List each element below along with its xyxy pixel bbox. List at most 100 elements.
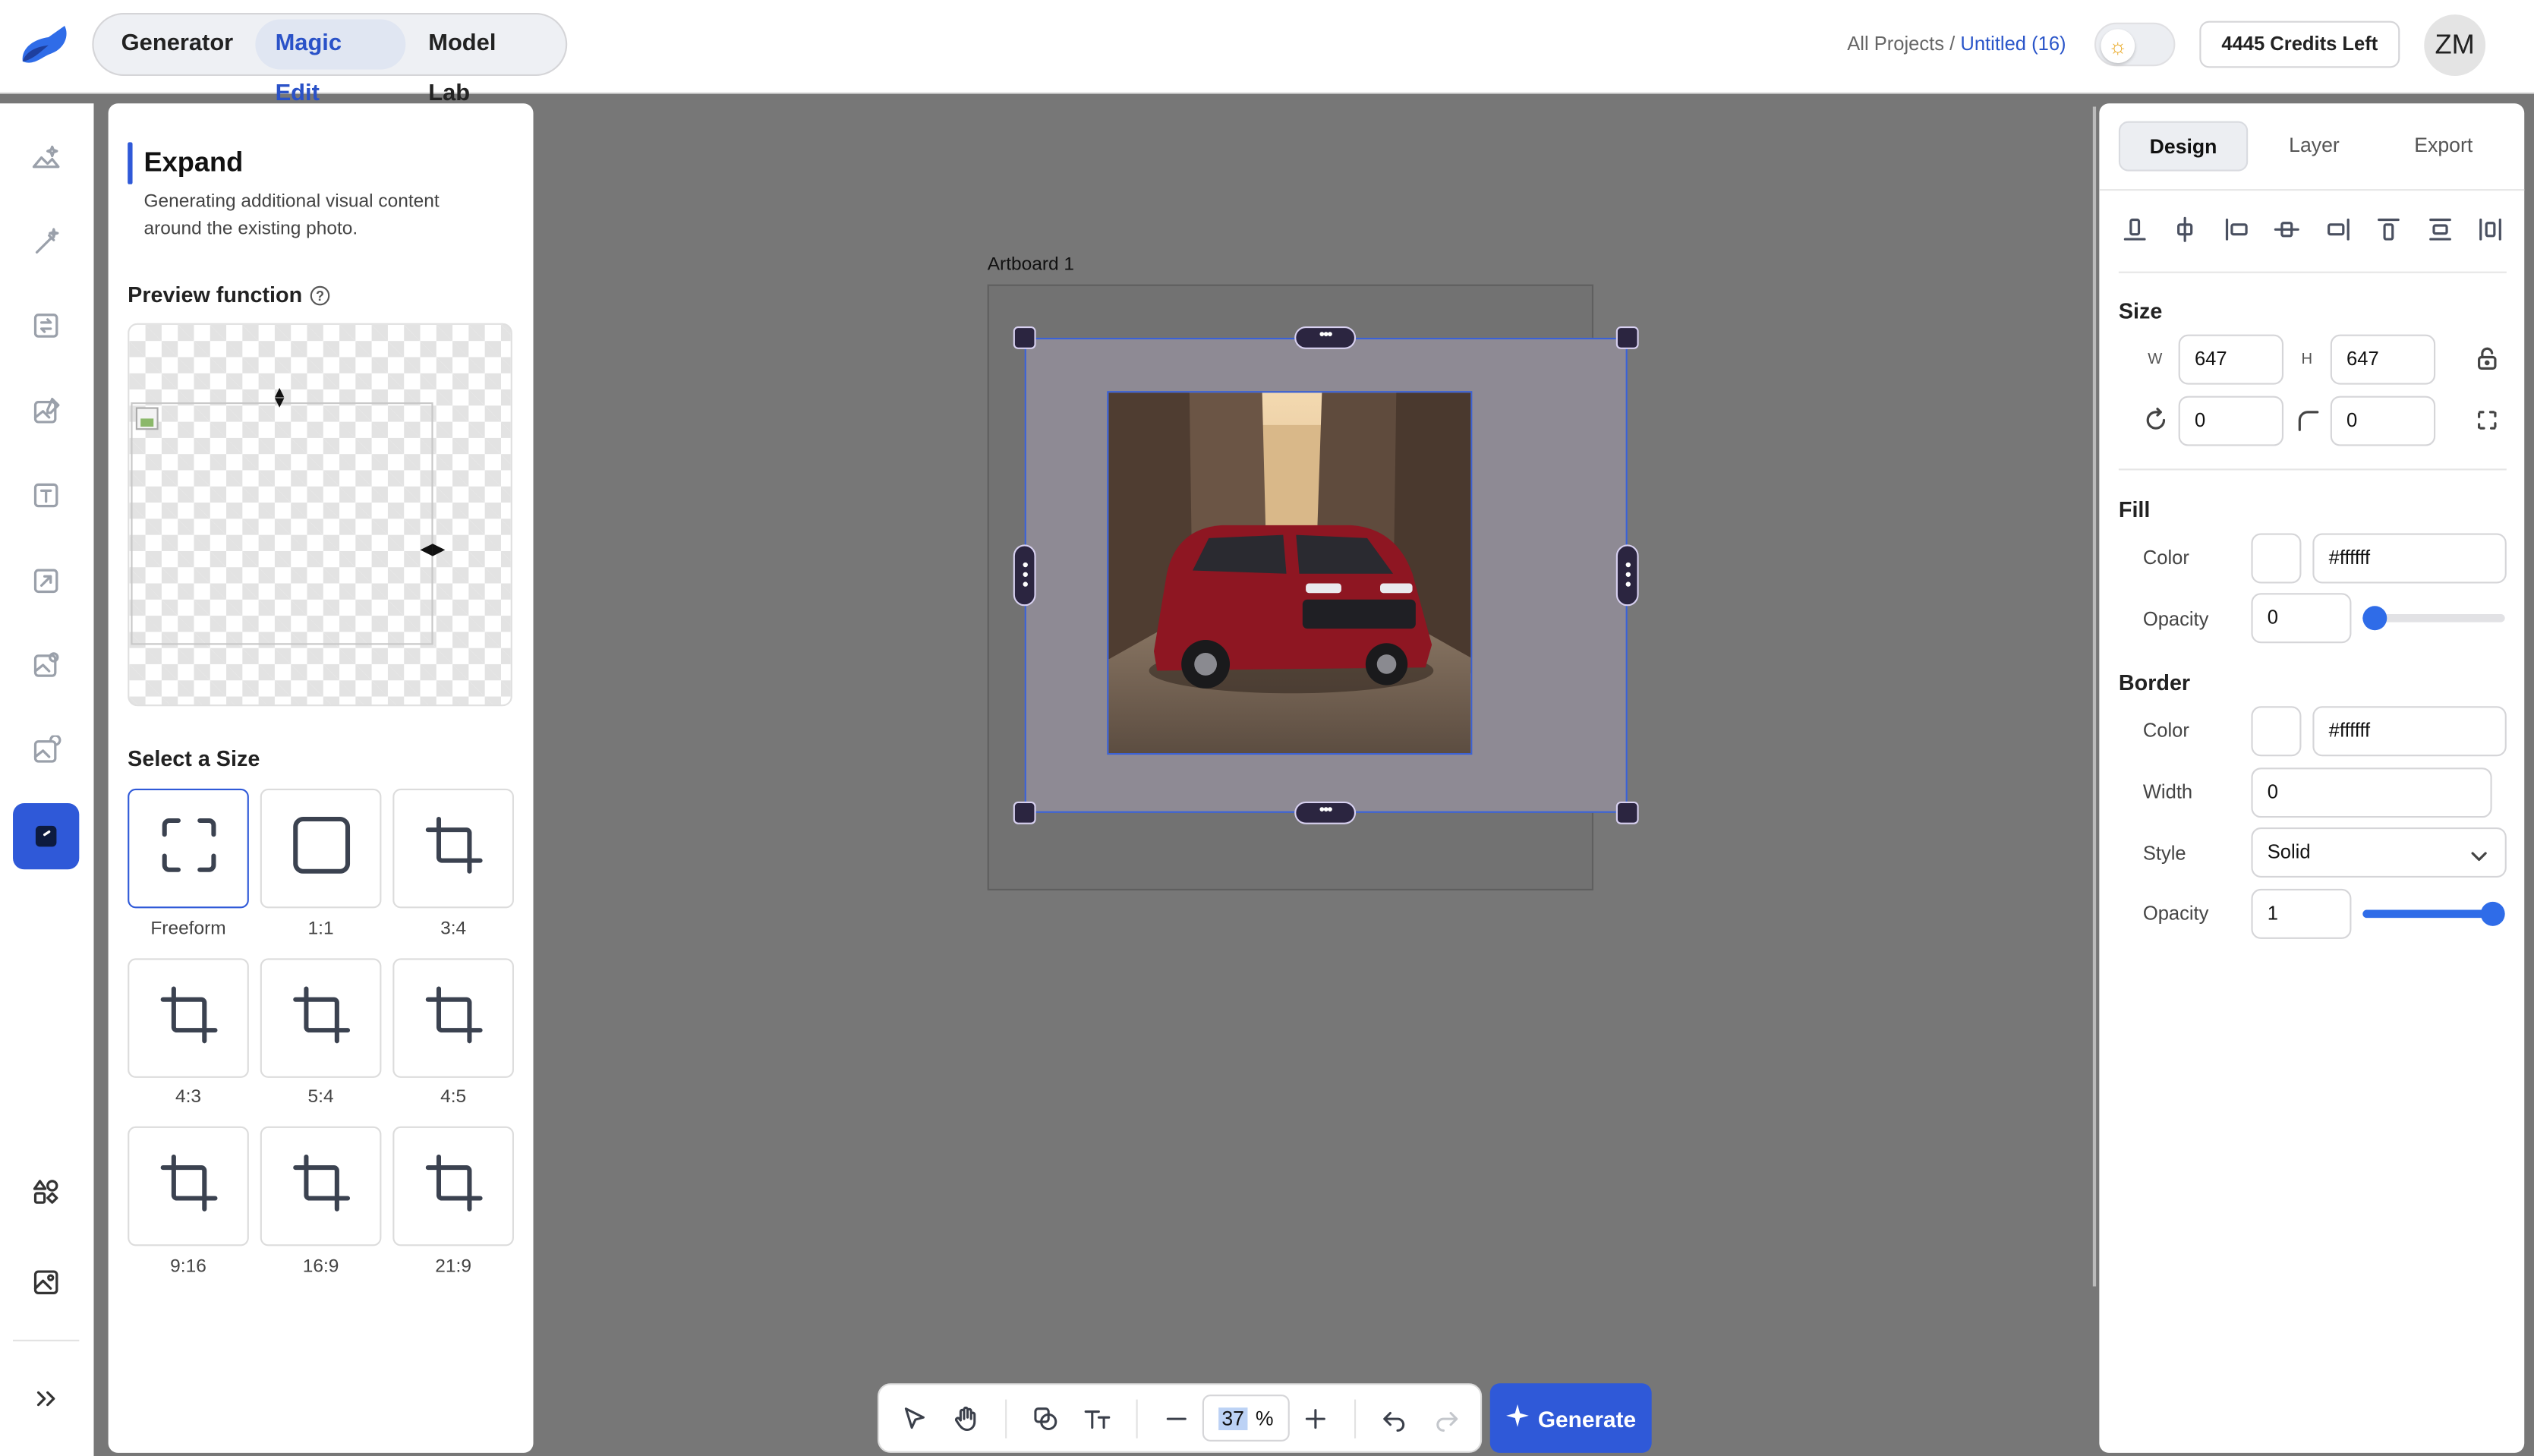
image-redo-icon[interactable] xyxy=(13,717,79,783)
help-icon[interactable]: ? xyxy=(310,285,330,305)
border-style-select[interactable]: Solid xyxy=(2251,827,2507,878)
landscape-sparkle-icon[interactable] xyxy=(13,124,79,191)
breadcrumb-all-projects[interactable]: All Projects xyxy=(1847,33,1944,55)
swap-image-icon[interactable] xyxy=(13,292,79,358)
magic-wand-icon[interactable] xyxy=(13,209,79,275)
corner-radius-field[interactable]: 0 xyxy=(2330,396,2436,446)
fill-opacity-slider-knob[interactable] xyxy=(2362,606,2387,631)
pointer-icon[interactable] xyxy=(889,1392,941,1444)
credits-badge[interactable]: 4445 Credits Left xyxy=(2199,20,2400,68)
image-edit-icon[interactable] xyxy=(13,378,79,444)
unlock-icon[interactable] xyxy=(2474,346,2500,372)
align-vertical-center-icon[interactable] xyxy=(2167,213,2205,246)
gallery-icon[interactable] xyxy=(13,1250,79,1316)
breadcrumb-current-project[interactable]: Untitled (16) xyxy=(1960,33,2066,55)
nav-tab-magic-edit[interactable]: Magic Edit xyxy=(256,19,406,107)
border-color-field[interactable]: #ffffff xyxy=(2312,706,2507,757)
corner-handle-top-right[interactable] xyxy=(1615,326,1639,349)
nav-tab-generator[interactable]: Generator xyxy=(102,20,253,70)
undo-icon[interactable] xyxy=(1369,1392,1420,1444)
border-width-field[interactable]: 0 xyxy=(2251,767,2492,818)
size-option-21-9[interactable] xyxy=(392,1126,514,1246)
toolbar-divider xyxy=(1354,1398,1357,1438)
border-opacity-slider-knob[interactable] xyxy=(2480,901,2505,926)
tab-layer[interactable]: Layer xyxy=(2251,121,2377,172)
align-right-icon[interactable] xyxy=(2318,213,2357,246)
avatar[interactable]: ZM xyxy=(2424,14,2486,77)
size-option-3-4[interactable] xyxy=(392,788,514,909)
zoom-out-icon[interactable] xyxy=(1151,1392,1202,1444)
distribute-horizontal-icon[interactable] xyxy=(2471,213,2510,246)
fill-color-label: Color xyxy=(2142,546,2189,569)
tab-export[interactable]: Export xyxy=(2381,121,2507,172)
size-caption: 3:4 xyxy=(440,919,467,939)
edge-handle-left[interactable] xyxy=(1013,544,1036,607)
tab-design[interactable]: Design xyxy=(2118,121,2249,172)
vertical-resize-handle-icon[interactable]: ▲ ▼ xyxy=(272,386,288,411)
zoom-in-icon[interactable] xyxy=(1290,1392,1341,1444)
fill-opacity-field[interactable]: 0 xyxy=(2251,593,2352,644)
size-option-1-1[interactable] xyxy=(260,788,382,909)
hand-icon[interactable] xyxy=(941,1392,992,1444)
tool-rail xyxy=(0,103,94,1456)
distribute-vertical-icon[interactable] xyxy=(2420,213,2459,246)
edge-handle-top[interactable]: ••• xyxy=(1294,326,1357,349)
edge-handle-bottom[interactable]: ••• xyxy=(1294,801,1357,824)
section-divider xyxy=(2118,468,2507,471)
crop-icon xyxy=(423,814,484,884)
text-box-icon[interactable] xyxy=(13,462,79,528)
size-option-5-4[interactable] xyxy=(260,958,382,1078)
size-option-9-16[interactable] xyxy=(128,1126,249,1246)
broken-image-icon xyxy=(135,407,159,430)
align-bottom-icon[interactable] xyxy=(2116,213,2154,246)
fill-color-field[interactable]: #ffffff xyxy=(2312,533,2507,584)
redo-icon[interactable] xyxy=(1420,1392,1472,1444)
image-settings-icon[interactable] xyxy=(13,632,79,698)
size-option-4-3[interactable] xyxy=(128,958,249,1078)
edge-handle-right[interactable] xyxy=(1615,544,1639,607)
border-opacity-field[interactable]: 1 xyxy=(2251,888,2352,939)
corner-handle-bottom-left[interactable] xyxy=(1013,801,1036,824)
fill-color-swatch[interactable] xyxy=(2251,533,2302,584)
preview-canvas[interactable]: ▲ ▼ ◀▶ xyxy=(128,323,512,707)
brand-logo-icon[interactable] xyxy=(16,20,71,71)
border-color-swatch[interactable] xyxy=(2251,706,2302,757)
height-field[interactable]: 647 xyxy=(2330,334,2436,385)
theme-toggle[interactable]: ☼ xyxy=(2094,22,2176,67)
corner-handle-top-left[interactable] xyxy=(1013,326,1036,349)
fill-heading: Fill xyxy=(2118,497,2151,522)
rotation-field[interactable]: 0 xyxy=(2178,396,2284,446)
chevrons-right-icon[interactable] xyxy=(13,1366,79,1432)
shapes-icon[interactable] xyxy=(13,1158,79,1224)
size-option-4-5[interactable] xyxy=(392,958,514,1078)
border-opacity-slider-fill xyxy=(2362,909,2493,919)
car-photo[interactable] xyxy=(1107,391,1473,755)
expand-image-icon[interactable] xyxy=(13,803,80,870)
shapes-icon[interactable] xyxy=(1020,1392,1071,1444)
fill-opacity-slider[interactable] xyxy=(2362,606,2505,631)
size-caption: 16:9 xyxy=(302,1257,339,1277)
breadcrumb-separator: / xyxy=(1949,32,1956,55)
nav-tab-model-lab[interactable]: Model Lab xyxy=(409,20,558,106)
border-opacity-slider[interactable] xyxy=(2362,901,2505,926)
zoom-input[interactable]: 37 % xyxy=(1202,1395,1290,1442)
image-arrow-icon[interactable] xyxy=(13,548,79,614)
text-icon[interactable] xyxy=(1071,1392,1123,1444)
align-top-icon[interactable] xyxy=(2369,213,2408,246)
horizontal-resize-handle-icon[interactable]: ◀▶ xyxy=(420,541,445,559)
sparkle-icon xyxy=(1505,1404,1529,1432)
width-field[interactable]: 647 xyxy=(2178,334,2284,385)
size-caption: 9:16 xyxy=(170,1257,206,1277)
size-option-freeform[interactable] xyxy=(128,788,249,909)
align-horizontal-center-icon[interactable] xyxy=(2268,213,2306,246)
corner-handle-bottom-right[interactable] xyxy=(1615,801,1639,824)
border-color-label: Color xyxy=(2142,719,2189,742)
panel-description: Generating additional visual content aro… xyxy=(143,192,440,240)
corner-radius-icon xyxy=(2295,407,2321,433)
zoom-value: 37 xyxy=(1218,1407,1248,1429)
independent-corners-icon[interactable] xyxy=(2474,407,2500,433)
size-option-16-9[interactable] xyxy=(260,1126,382,1246)
panel-scrollbar[interactable] xyxy=(2092,106,2097,1287)
generate-button[interactable]: Generate xyxy=(1489,1383,1652,1453)
align-left-icon[interactable] xyxy=(2217,213,2255,246)
